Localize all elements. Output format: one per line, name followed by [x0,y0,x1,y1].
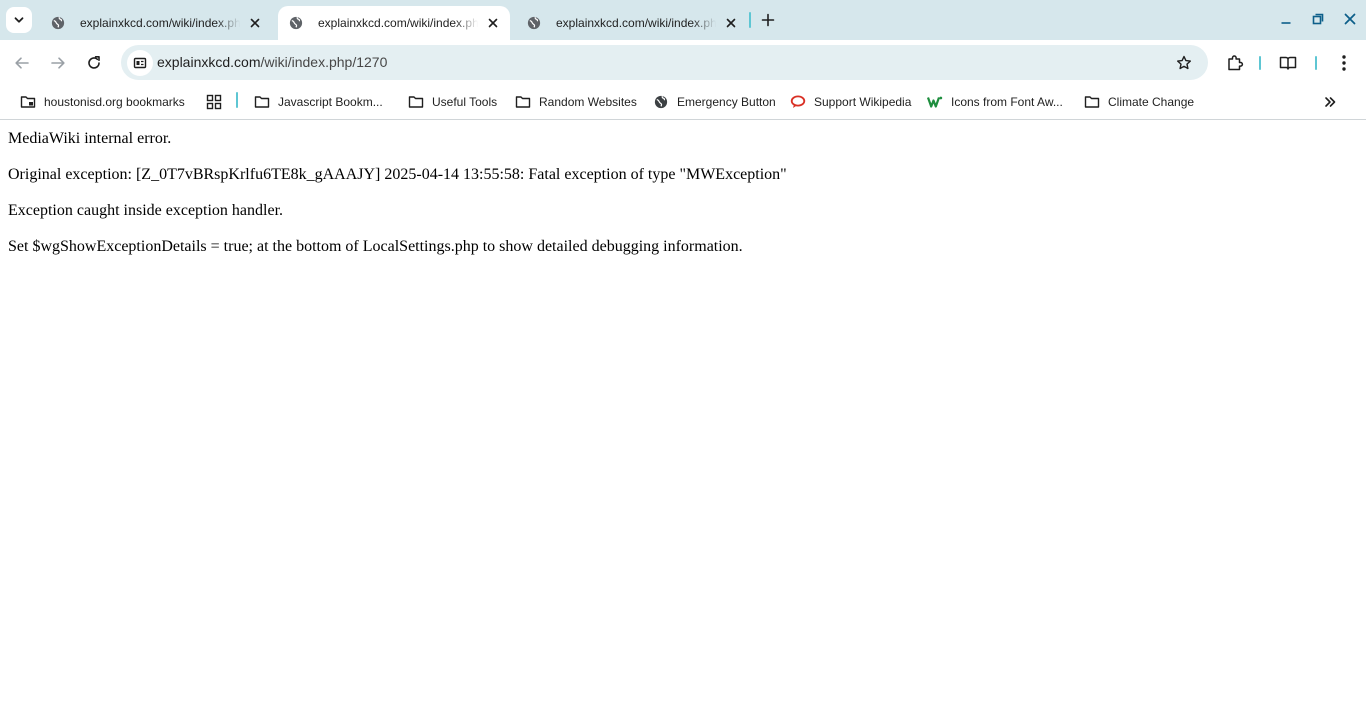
error-heading: MediaWiki internal error. [8,130,172,147]
bookmarks-separator [236,92,238,108]
tab-title: explainxkcd.com/wiki/index.php/1270 [318,16,478,30]
tab-search-button[interactable] [6,7,32,33]
restore-icon [1312,13,1324,25]
tab-3[interactable]: explainxkcd.com/wiki/index.php/1270 [516,6,748,40]
minimize-button[interactable] [1275,8,1297,30]
puzzle-icon [1226,54,1244,72]
url-path: /wiki/index.php/1270 [260,54,388,70]
site-info-icon [133,56,147,70]
chevron-down-icon [13,14,25,26]
bookmark-folder-useful-tools[interactable]: Useful Tools [408,92,497,112]
error-debug-hint: Set $wgShowExceptionDetails = true; at t… [8,238,743,255]
bookmark-icons-font-awesome[interactable]: Icons from Font Aw... [927,92,1063,112]
tab-separator [749,12,751,28]
menu-button[interactable] [1332,51,1356,75]
arrow-right-icon [50,55,66,71]
folder-icon [1084,94,1100,110]
bookmark-star-button[interactable] [1174,53,1194,73]
chevron-double-right-icon [1324,96,1336,108]
site-info-button[interactable] [127,50,153,76]
new-tab-button[interactable] [758,10,778,30]
toolbar-separator [1315,56,1317,70]
tab-2[interactable]: explainxkcd.com/wiki/index.php/1270 [278,6,510,40]
more-bookmarks-button[interactable] [1320,92,1340,112]
close-icon[interactable] [246,14,264,32]
globe-icon [526,15,542,31]
reload-button[interactable] [82,51,106,75]
bookmark-houstonisd[interactable]: houstonisd.org bookmarks [20,92,185,112]
globe-icon [288,15,304,31]
arrow-left-icon [14,55,30,71]
error-handler-note: Exception caught inside exception handle… [8,202,284,219]
star-icon [1176,55,1192,71]
extensions-button[interactable] [1223,51,1247,75]
apps-grid-icon [206,94,222,110]
address-bar[interactable]: explainxkcd.com/wiki/index.php/1270 [121,45,1208,80]
toolbar-separator [1259,56,1261,70]
tab-1[interactable]: explainxkcd.com/wiki/index.php/1270 [40,6,272,40]
folder-icon [515,94,531,110]
close-icon [1344,13,1356,25]
bookmark-folder-random-websites[interactable]: Random Websites [515,92,637,112]
book-icon [1279,54,1297,72]
forward-button[interactable] [46,51,70,75]
w-logo-icon [927,94,943,110]
restore-button[interactable] [1307,8,1329,30]
close-icon[interactable] [484,14,502,32]
tab-strip: explainxkcd.com/wiki/index.php/1270 expl… [0,0,1366,40]
tab-title: explainxkcd.com/wiki/index.php/1270 [80,16,240,30]
bookmark-folder-javascript[interactable]: Javascript Bookm... [254,92,383,112]
page-content: MediaWiki internal error. Original excep… [8,121,1358,273]
managed-folder-icon [20,94,36,110]
tab-title: explainxkcd.com/wiki/index.php/1270 [556,16,716,30]
plus-icon [761,13,775,27]
close-icon[interactable] [722,14,740,32]
error-original-exception: Original exception: [Z_0T7vBRspKrlfu6TE8… [8,166,787,183]
globe-icon [50,15,66,31]
more-vertical-icon [1341,54,1347,72]
url-host: explainxkcd.com [157,54,261,70]
folder-icon [254,94,270,110]
apps-button[interactable] [206,92,222,112]
toolbar: explainxkcd.com/wiki/index.php/1270 [0,40,1366,86]
minimize-icon [1280,13,1292,25]
bookmarks-bar: houstonisd.org bookmarks Javascript Book… [0,86,1366,120]
bookmark-folder-climate-change[interactable]: Climate Change [1084,92,1194,112]
folder-icon [408,94,424,110]
reading-mode-button[interactable] [1276,51,1300,75]
back-button[interactable] [10,51,34,75]
reload-icon [86,55,102,71]
url-text[interactable]: explainxkcd.com/wiki/index.php/1270 [157,54,387,70]
globe-icon [653,94,669,110]
speech-bubble-icon [790,94,806,110]
bookmark-support-wikipedia[interactable]: Support Wikipedia [790,92,911,112]
close-window-button[interactable] [1339,8,1361,30]
bookmark-emergency-button[interactable]: Emergency Button [653,92,776,112]
